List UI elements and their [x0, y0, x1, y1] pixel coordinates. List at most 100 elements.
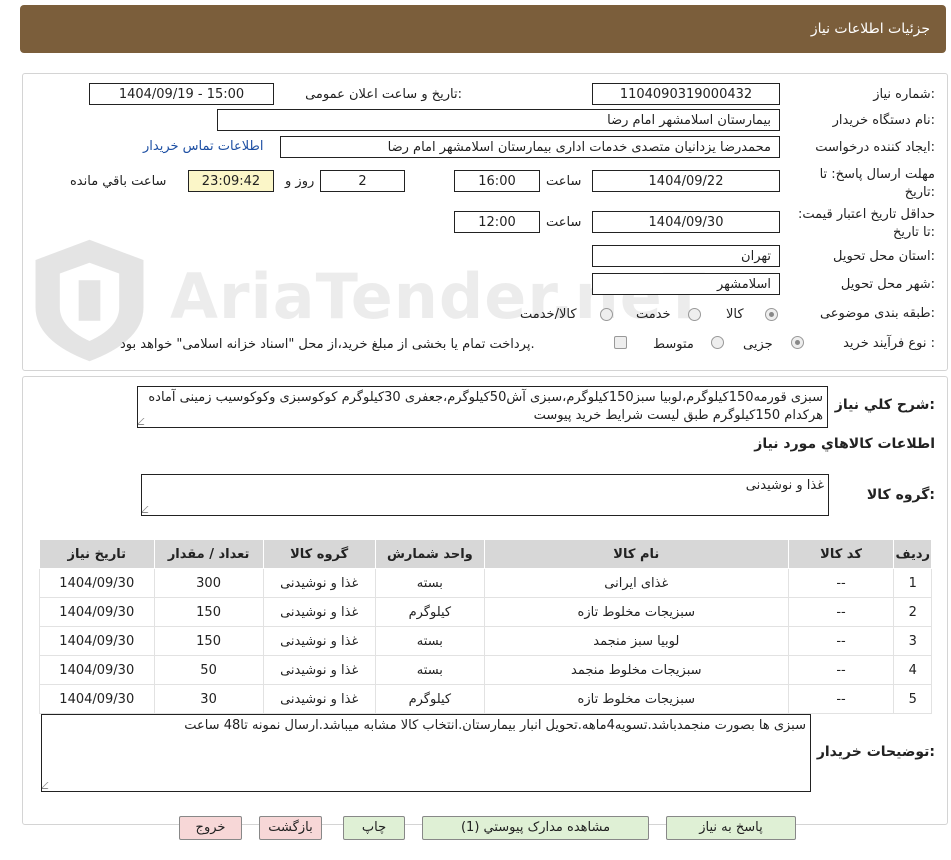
page-header: جزئیات اطلاعات نیاز [20, 5, 946, 53]
province-label: استان محل تحویل: [833, 249, 935, 264]
purchase-medium-radio[interactable] [711, 336, 724, 349]
reply-time-field: 16:00 [454, 170, 540, 192]
print-button[interactable]: چاپ [343, 816, 405, 840]
need-number-label: شماره نیاز: [873, 87, 935, 102]
cell-quantity: 300 [153, 568, 264, 598]
table-header-row: ردیف کد کالا نام کالا واحد شمارش گروه کا… [39, 539, 932, 569]
cell-group: غذا و نوشیدنی [262, 568, 376, 598]
cell-need-date: 1404/09/30 [39, 655, 155, 685]
treasury-payment-checkbox[interactable] [614, 336, 627, 349]
need-summary-textarea[interactable]: سبزی قورمه150کیلوگرم،لوبیا سبز150کیلوگرم… [137, 386, 828, 428]
category-label: طبقه بندی موضوعی: [819, 306, 935, 321]
purchase-minor-radio[interactable] [791, 336, 804, 349]
reply-to-need-button[interactable]: پاسخ به نیاز [666, 816, 796, 840]
remaining-time-field: 23:09:42 [188, 170, 274, 192]
header-group: گروه کالا [262, 539, 376, 569]
cell-group: غذا و نوشیدنی [262, 597, 376, 627]
table-row: 4 -- سبزیجات مخلوط منجمد بسته غذا و نوشی… [39, 655, 932, 685]
cell-item-code: -- [787, 684, 895, 714]
price-validity-label: حداقل تاریخ اعتبار قیمت: تا تاریخ: [797, 207, 935, 240]
cell-group: غذا و نوشیدنی [262, 626, 376, 656]
need-summary-label: شرح کلي نياز: [834, 397, 935, 413]
cell-item-code: -- [787, 626, 895, 656]
announce-datetime-field: 1404/09/19 - 15:00 [89, 83, 274, 105]
category-service-label: خدمت [636, 307, 671, 322]
table-row: 1 -- غذای ایرانی بسته غذا و نوشیدنی 300 … [39, 568, 932, 598]
back-button[interactable]: بازگشت [259, 816, 322, 840]
days-label: روز و [285, 174, 315, 189]
table-row: 3 -- لوبیا سبز منجمد بسته غذا و نوشیدنی … [39, 626, 932, 656]
header-row-number: ردیف [893, 539, 932, 569]
cell-quantity: 150 [153, 597, 264, 627]
buyer-notes-text: سبزی ها بصورت منجمدباشد.تسویه4ماهه.تحویل… [184, 718, 806, 733]
table-row: 2 -- سبزیجات مخلوط تازه کیلوگرم غذا و نو… [39, 597, 932, 627]
purchase-medium-label: متوسط [653, 337, 694, 352]
need-number-field: 1104090319000432 [592, 83, 780, 105]
cell-row-number: 2 [893, 597, 932, 627]
cell-group: غذا و نوشیدنی [262, 684, 376, 714]
category-service-radio[interactable] [688, 308, 701, 321]
price-validity-time-field: 12:00 [454, 211, 540, 233]
announce-datetime-label: تاریخ و ساعت اعلان عمومی: [305, 87, 462, 102]
cell-unit: بسته [374, 568, 485, 598]
header-item-name: نام کالا [483, 539, 789, 569]
cell-need-date: 1404/09/30 [39, 597, 155, 627]
goods-group-label: گروه کالا: [866, 487, 935, 503]
cell-item-name: لوبیا سبز منجمد [483, 626, 789, 656]
header-unit: واحد شمارش [374, 539, 485, 569]
exit-button[interactable]: خروج [179, 816, 242, 840]
cell-need-date: 1404/09/30 [39, 568, 155, 598]
items-table: ردیف کد کالا نام کالا واحد شمارش گروه کا… [39, 539, 932, 714]
cell-unit: بسته [374, 626, 485, 656]
city-field: اسلامشهر [592, 273, 780, 295]
buyer-notes-textarea[interactable]: سبزی ها بصورت منجمدباشد.تسویه4ماهه.تحویل… [41, 714, 811, 792]
cell-item-code: -- [787, 568, 895, 598]
purchase-minor-label: جزیی [743, 337, 773, 352]
goods-info-heading: اطلاعات کالاهاي مورد نياز [754, 436, 935, 452]
days-field: 2 [320, 170, 405, 192]
cell-row-number: 5 [893, 684, 932, 714]
requester-label: ایجاد کننده درخواست: [815, 140, 935, 155]
buyer-org-label: نام دستگاه خریدار: [832, 113, 935, 128]
cell-group: غذا و نوشیدنی [262, 655, 376, 685]
cell-need-date: 1404/09/30 [39, 684, 155, 714]
header-quantity: تعداد / مقدار [153, 539, 264, 569]
cell-item-name: سبزیجات مخلوط تازه [483, 597, 789, 627]
city-label: شهر محل تحویل: [840, 277, 935, 292]
goods-group-text: غذا و نوشیدنی [745, 478, 824, 493]
buyer-notes-label: توضیحات خریدار: [816, 744, 935, 760]
cell-quantity: 50 [153, 655, 264, 685]
view-attachments-button[interactable]: مشاهده مدارک پیوستي (1) [422, 816, 649, 840]
cell-item-name: سبزیجات مخلوط منجمد [483, 655, 789, 685]
treasury-payment-note: پرداخت تمام یا بخشی از مبلغ خرید،از محل … [120, 337, 535, 352]
category-goods-radio[interactable] [765, 308, 778, 321]
page-title: جزئیات اطلاعات نیاز [810, 21, 930, 37]
category-goods-service-radio[interactable] [600, 308, 613, 321]
header-item-code: کد کالا [787, 539, 895, 569]
price-validity-date-field: 1404/09/30 [592, 211, 780, 233]
cell-quantity: 150 [153, 626, 264, 656]
cell-item-code: -- [787, 655, 895, 685]
cell-need-date: 1404/09/30 [39, 626, 155, 656]
cell-row-number: 4 [893, 655, 932, 685]
resize-grip-icon[interactable] [42, 782, 55, 789]
category-goods-label: کالا [726, 307, 744, 322]
remaining-label: ساعت باقي مانده [70, 174, 167, 189]
requester-field: محمدرضا یزدانیان متصدی خدمات اداری بیمار… [280, 136, 780, 158]
cell-row-number: 3 [893, 626, 932, 656]
reply-date-field: 1404/09/22 [592, 170, 780, 192]
cell-quantity: 30 [153, 684, 264, 714]
table-row: 5 -- سبزیجات مخلوط تازه کیلوگرم غذا و نو… [39, 684, 932, 714]
cell-item-name: غذای ایرانی [483, 568, 789, 598]
cell-item-code: -- [787, 597, 895, 627]
cell-unit: کیلوگرم [374, 684, 485, 714]
price-validity-time-label: ساعت [546, 215, 582, 230]
resize-grip-icon[interactable] [138, 418, 151, 425]
cell-unit: بسته [374, 655, 485, 685]
cell-item-name: سبزیجات مخلوط تازه [483, 684, 789, 714]
cell-unit: کیلوگرم [374, 597, 485, 627]
buyer-contact-link[interactable]: اطلاعات تماس خریدار [143, 139, 263, 154]
goods-group-textarea[interactable]: غذا و نوشیدنی [141, 474, 829, 516]
resize-grip-icon[interactable] [142, 506, 155, 513]
purchase-type-label: نوع فرآیند خرید : [843, 336, 935, 351]
